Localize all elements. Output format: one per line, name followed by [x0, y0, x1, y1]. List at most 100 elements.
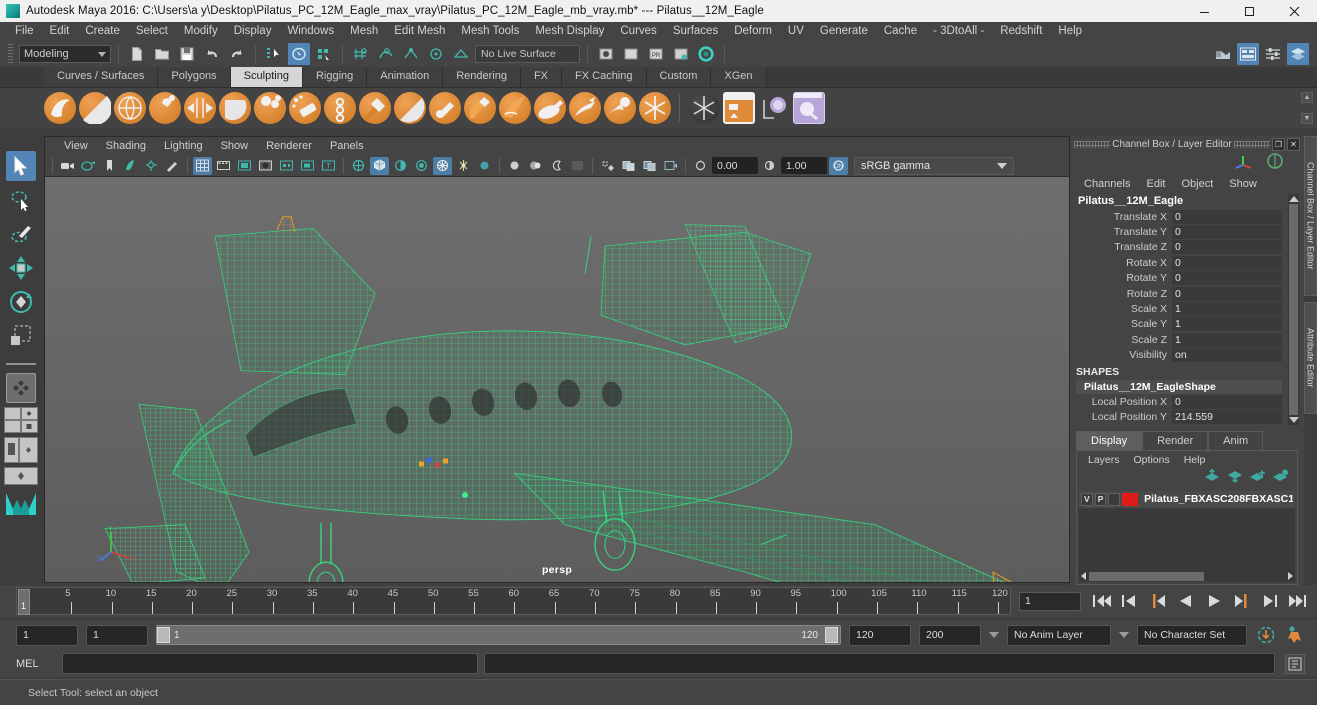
- menu-file[interactable]: File: [7, 23, 42, 40]
- layer-menu-help[interactable]: Help: [1177, 454, 1213, 466]
- attribute-row[interactable]: Rotate X 0: [1076, 255, 1282, 270]
- show-render-view-icon[interactable]: [595, 43, 617, 65]
- smear-tool-icon[interactable]: [534, 92, 566, 124]
- fill-tool-icon[interactable]: [464, 92, 496, 124]
- close-panel-icon[interactable]: ✕: [1287, 137, 1300, 151]
- viewport-menu-view[interactable]: View: [55, 140, 97, 152]
- rail-tab-attribute-editor[interactable]: Attribute Editor: [1304, 302, 1317, 414]
- animation-preferences-icon[interactable]: [1285, 624, 1307, 646]
- shelf-tab-rendering[interactable]: Rendering: [443, 66, 521, 87]
- viewport-menu-renderer[interactable]: Renderer: [257, 140, 321, 152]
- amplify-tool-icon[interactable]: [604, 92, 636, 124]
- color-profile-select[interactable]: sRGB gamma: [854, 156, 1014, 175]
- smooth-shade-selected-icon[interactable]: [391, 157, 410, 175]
- attribute-value[interactable]: 214.559: [1172, 409, 1282, 424]
- show-hide-tool-settings-icon[interactable]: [1262, 43, 1284, 65]
- wireframe-icon[interactable]: [349, 157, 368, 175]
- new-scene-icon[interactable]: [126, 43, 148, 65]
- attribute-row[interactable]: Local Position X 0: [1076, 394, 1282, 409]
- character-set-field[interactable]: No Character Set: [1137, 624, 1247, 646]
- persp-outliner-layout-icon[interactable]: [4, 437, 38, 463]
- menu-redshift[interactable]: Redshift: [992, 23, 1050, 40]
- command-language-label[interactable]: MEL: [16, 658, 56, 670]
- attribute-value[interactable]: 0: [1172, 225, 1282, 240]
- 2d-pan-zoom-icon[interactable]: [142, 157, 161, 175]
- snap-to-projected-center-icon[interactable]: [425, 43, 447, 65]
- step-back-keyframe-icon[interactable]: [1119, 590, 1141, 612]
- mirror-icon[interactable]: [758, 92, 790, 124]
- shelf-tab-fx[interactable]: FX: [520, 66, 563, 87]
- move-layer-down-icon[interactable]: [1227, 469, 1243, 488]
- go-to-start-icon[interactable]: [1091, 590, 1113, 612]
- attribute-row[interactable]: Translate Z 0: [1076, 240, 1282, 255]
- imprint-tool-icon[interactable]: [359, 92, 391, 124]
- range-slider[interactable]: 1 120: [156, 625, 841, 645]
- scroll-down-icon[interactable]: [1288, 416, 1299, 423]
- panel-grip[interactable]: [1234, 140, 1270, 148]
- attribute-row[interactable]: Local Position Y 214.559: [1076, 409, 1282, 424]
- exposure-icon[interactable]: [691, 157, 710, 175]
- pinch-tool-icon[interactable]: [184, 92, 216, 124]
- status-line-gripper[interactable]: [8, 44, 13, 64]
- channel-box-menu-show[interactable]: Show: [1221, 178, 1265, 190]
- play-forwards-icon[interactable]: [1203, 590, 1225, 612]
- channel-box-menu-edit[interactable]: Edit: [1138, 178, 1173, 190]
- shaded-wireframe-icon[interactable]: [433, 156, 452, 175]
- attribute-value[interactable]: 0: [1172, 271, 1282, 286]
- anim-layer-field[interactable]: No Anim Layer: [1007, 624, 1111, 646]
- freeze-all-icon[interactable]: [688, 92, 720, 124]
- safe-title-icon[interactable]: T: [319, 157, 338, 175]
- single-pane-layout-icon[interactable]: [6, 373, 36, 403]
- sculpt-layers-icon[interactable]: [793, 92, 825, 124]
- manipulator-toggle-icon[interactable]: [1264, 152, 1286, 175]
- menu-select[interactable]: Select: [128, 23, 176, 40]
- close-icon[interactable]: [1272, 0, 1317, 22]
- grease-pencil-icon[interactable]: [163, 157, 182, 175]
- move-tool[interactable]: [6, 253, 36, 283]
- attribute-value[interactable]: 1: [1172, 302, 1282, 317]
- menu-deform[interactable]: Deform: [726, 23, 780, 40]
- xray-joints-icon[interactable]: [619, 157, 638, 175]
- shelf-tab-polygons[interactable]: Polygons: [158, 66, 231, 87]
- create-new-layer-icon[interactable]: [1250, 469, 1266, 488]
- play-backwards-icon[interactable]: [1175, 590, 1197, 612]
- time-slider[interactable]: 1 5 10 15 20 25 30 35 40 45 50 55 60 65 70 75 80 85 90 95 1…: [16, 587, 1011, 615]
- layer-list[interactable]: V P Pilatus_FBXASC208FBXASC160F: [1079, 490, 1295, 570]
- menu-windows[interactable]: Windows: [279, 23, 342, 40]
- shelf-scroll-buttons[interactable]: ▲ ▼: [1301, 92, 1313, 124]
- render-globals-icon[interactable]: [695, 43, 717, 65]
- menu-3dtoall[interactable]: - 3DtoAll -: [925, 23, 992, 40]
- layer-color-swatch[interactable]: [1122, 492, 1139, 506]
- select-by-component-type-icon[interactable]: [313, 43, 335, 65]
- wax-tool-icon[interactable]: [394, 92, 426, 124]
- attribute-row[interactable]: Scale X 1: [1076, 301, 1282, 317]
- lasso-select-tool[interactable]: [6, 185, 36, 215]
- flatten-tool-icon[interactable]: [219, 92, 251, 124]
- grid-icon[interactable]: [193, 156, 212, 175]
- paint-select-tool[interactable]: [6, 219, 36, 249]
- layer-row[interactable]: V P Pilatus_FBXASC208FBXASC160F: [1079, 490, 1295, 508]
- rotate-tool[interactable]: [6, 287, 36, 317]
- attribute-row[interactable]: Rotate Z 0: [1076, 286, 1282, 301]
- shelf-tab-curves-surfaces[interactable]: Curves / Surfaces: [44, 66, 159, 87]
- knife-tool-icon[interactable]: [499, 92, 531, 124]
- shelf-tab-fx-caching[interactable]: FX Caching: [562, 66, 647, 87]
- attribute-row[interactable]: Rotate Y 0: [1076, 271, 1282, 286]
- redo-icon[interactable]: [226, 43, 248, 65]
- menu-cache[interactable]: Cache: [876, 23, 925, 40]
- smooth-tool-icon[interactable]: [79, 92, 112, 125]
- tab-anim[interactable]: Anim: [1208, 430, 1264, 450]
- channel-box-menu-channels[interactable]: Channels: [1076, 178, 1138, 190]
- freeze-tool-icon[interactable]: [639, 92, 671, 124]
- layer-name[interactable]: Pilatus_FBXASC208FBXASC160F: [1140, 493, 1293, 505]
- playback-start-time-field[interactable]: 1: [86, 624, 148, 646]
- scroll-up-icon[interactable]: [1288, 196, 1299, 202]
- menu-edit[interactable]: Edit: [42, 23, 78, 40]
- smooth-shade-all-icon[interactable]: [370, 156, 389, 175]
- screen-space-ao-icon[interactable]: [568, 157, 587, 175]
- resolution-gate-icon[interactable]: [235, 157, 254, 175]
- menu-curves[interactable]: Curves: [612, 23, 664, 40]
- menu-set-selector[interactable]: Modeling: [19, 45, 111, 63]
- ipr-render-icon[interactable]: PR: [645, 43, 667, 65]
- axis-colors-icon[interactable]: [1232, 152, 1254, 175]
